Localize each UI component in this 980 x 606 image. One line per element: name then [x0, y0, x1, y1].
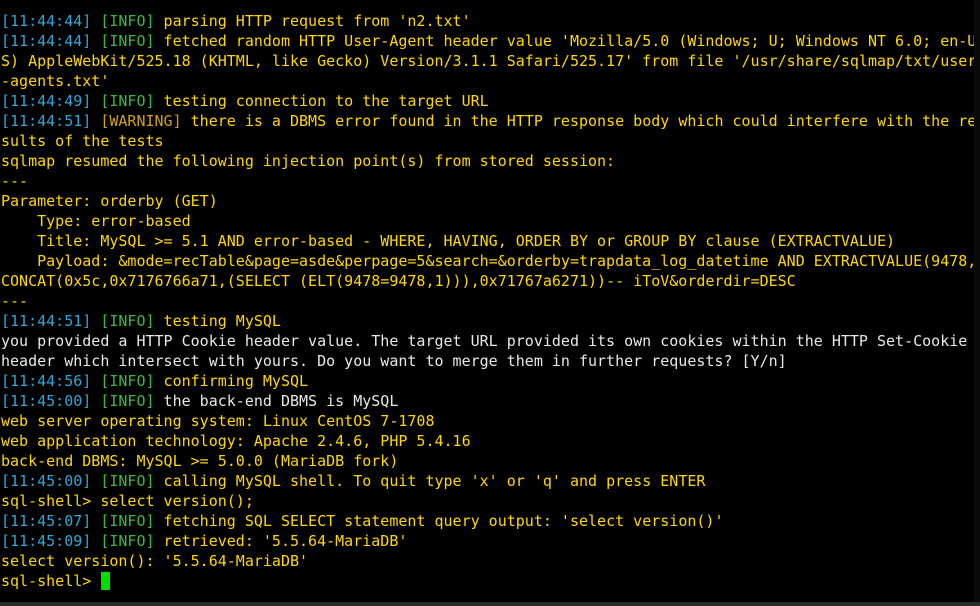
terminal-line: [11:45:07] [INFO] fetching SQL SELECT st… — [1, 511, 973, 531]
terminal-line: sql-shell> select version(); — [1, 491, 973, 511]
log-timestamp: [11:45:07] — [1, 512, 101, 530]
log-level-tag: [INFO] — [100, 12, 155, 30]
log-message: header which intersect with yours. Do yo… — [1, 352, 787, 370]
log-message: S) AppleWebKit/525.18 (KHTML, like Gecko… — [1, 52, 977, 70]
terminal-output: [11:44:44] [INFO] parsing HTTP request f… — [1, 11, 977, 591]
log-message: web application technology: Apache 2.4.6… — [1, 432, 471, 450]
terminal-line: -agents.txt' — [1, 71, 973, 91]
terminal-line: [11:45:00] [INFO] the back-end DBMS is M… — [1, 391, 973, 411]
log-message: --- — [1, 172, 29, 190]
log-message: testing MySQL — [154, 312, 281, 330]
log-message: Payload: &mode=recTable&page=asde&perpag… — [1, 252, 977, 270]
log-message: there is a DBMS error found in the HTTP … — [181, 112, 977, 130]
log-level-tag: [INFO] — [100, 532, 155, 550]
log-message: retrieved: '5.5.64-MariaDB' — [154, 532, 408, 550]
terminal-line: web application technology: Apache 2.4.6… — [1, 431, 973, 451]
log-message: sql-shell> — [1, 572, 101, 590]
log-timestamp: [11:44:44] — [1, 32, 101, 50]
terminal-line: Type: error-based — [1, 211, 973, 231]
log-message: you provided a HTTP Cookie header value.… — [1, 332, 968, 350]
log-level-tag: [INFO] — [100, 472, 155, 490]
log-message: CONCAT(0x5c,0x7176766a71,(SELECT (ELT(94… — [1, 272, 796, 290]
terminal-line: Payload: &mode=recTable&page=asde&perpag… — [1, 251, 977, 271]
log-message: calling MySQL shell. To quit type 'x' or… — [154, 472, 706, 490]
terminal-line: back-end DBMS: MySQL >= 5.0.0 (MariaDB f… — [1, 451, 973, 471]
log-message: Parameter: orderby (GET) — [1, 192, 218, 210]
log-message: the back-end DBMS is MySQL — [154, 392, 399, 410]
terminal-line: [11:45:00] [INFO] calling MySQL shell. T… — [1, 471, 973, 491]
log-message: --- — [1, 292, 29, 310]
terminal-line: Parameter: orderby (GET) — [1, 191, 973, 211]
terminal-line: --- — [1, 291, 973, 311]
terminal-line: [11:45:09] [INFO] retrieved: '5.5.64-Mar… — [1, 531, 973, 551]
terminal-line: CONCAT(0x5c,0x7176766a71,(SELECT (ELT(94… — [1, 271, 973, 291]
terminal-line: [11:44:51] [INFO] testing MySQL — [1, 311, 973, 331]
window-bottom-edge — [0, 602, 980, 606]
log-timestamp: [11:45:09] — [1, 532, 101, 550]
terminal-line: [11:44:51] [WARNING] there is a DBMS err… — [1, 111, 976, 131]
sql-shell-prompt: sql-shell> — [1, 571, 973, 591]
terminal-line: S) AppleWebKit/525.18 (KHTML, like Gecko… — [1, 51, 977, 71]
log-message: back-end DBMS: MySQL >= 5.0.0 (MariaDB f… — [1, 452, 399, 470]
log-message: select version(): '5.5.64-MariaDB' — [1, 552, 309, 570]
log-message: fetching SQL SELECT statement query outp… — [154, 512, 724, 530]
terminal-line: [11:44:56] [INFO] confirming MySQL — [1, 371, 973, 391]
terminal-line: sqlmap resumed the following injection p… — [1, 151, 973, 171]
log-message: Type: error-based — [1, 212, 191, 230]
log-message: Title: MySQL >= 5.1 AND error-based - WH… — [1, 232, 896, 250]
log-level-tag: [INFO] — [100, 372, 155, 390]
log-timestamp: [11:45:00] — [1, 392, 101, 410]
terminal-line: web server operating system: Linux CentO… — [1, 411, 973, 431]
terminal-line: [11:44:44] [INFO] fetched random HTTP Us… — [1, 31, 976, 51]
terminal-line: [11:44:49] [INFO] testing connection to … — [1, 91, 973, 111]
log-message: sqlmap resumed the following injection p… — [1, 152, 616, 170]
log-message: -agents.txt' — [1, 72, 110, 90]
log-message: sql-shell> select version(); — [1, 492, 254, 510]
log-level-tag: [INFO] — [100, 312, 155, 330]
terminal-line: Title: MySQL >= 5.1 AND error-based - WH… — [1, 231, 973, 251]
terminal-line: you provided a HTTP Cookie header value.… — [1, 331, 973, 351]
log-message: fetched random HTTP User-Agent header va… — [154, 32, 977, 50]
log-timestamp: [11:44:51] — [1, 312, 101, 330]
terminal-scrollbar[interactable] — [974, 0, 980, 602]
log-message: confirming MySQL — [154, 372, 309, 390]
log-timestamp: [11:44:56] — [1, 372, 101, 390]
log-message: sults of the tests — [1, 132, 164, 150]
log-level-tag: [INFO] — [100, 32, 155, 50]
terminal-line: --- — [1, 171, 973, 191]
log-level-tag: [INFO] — [100, 512, 155, 530]
log-level-tag: [WARNING] — [100, 112, 182, 130]
terminal-line: [11:44:44] [INFO] parsing HTTP request f… — [1, 11, 973, 31]
terminal-line: header which intersect with yours. Do yo… — [1, 351, 973, 371]
log-level-tag: [INFO] — [100, 92, 155, 110]
log-message: testing connection to the target URL — [154, 92, 489, 110]
log-level-tag: [INFO] — [100, 392, 155, 410]
log-timestamp: [11:44:49] — [1, 92, 101, 110]
log-timestamp: [11:44:44] — [1, 12, 101, 30]
terminal-line: sults of the tests — [1, 131, 973, 151]
log-message: parsing HTTP request from 'n2.txt' — [154, 12, 471, 30]
text-cursor[interactable] — [101, 572, 111, 590]
log-timestamp: [11:45:00] — [1, 472, 101, 490]
log-timestamp: [11:44:51] — [1, 112, 101, 130]
terminal-line: select version(): '5.5.64-MariaDB' — [1, 551, 973, 571]
log-message: web server operating system: Linux CentO… — [1, 412, 435, 430]
terminal-window[interactable]: [11:44:44] [INFO] parsing HTTP request f… — [0, 0, 980, 602]
